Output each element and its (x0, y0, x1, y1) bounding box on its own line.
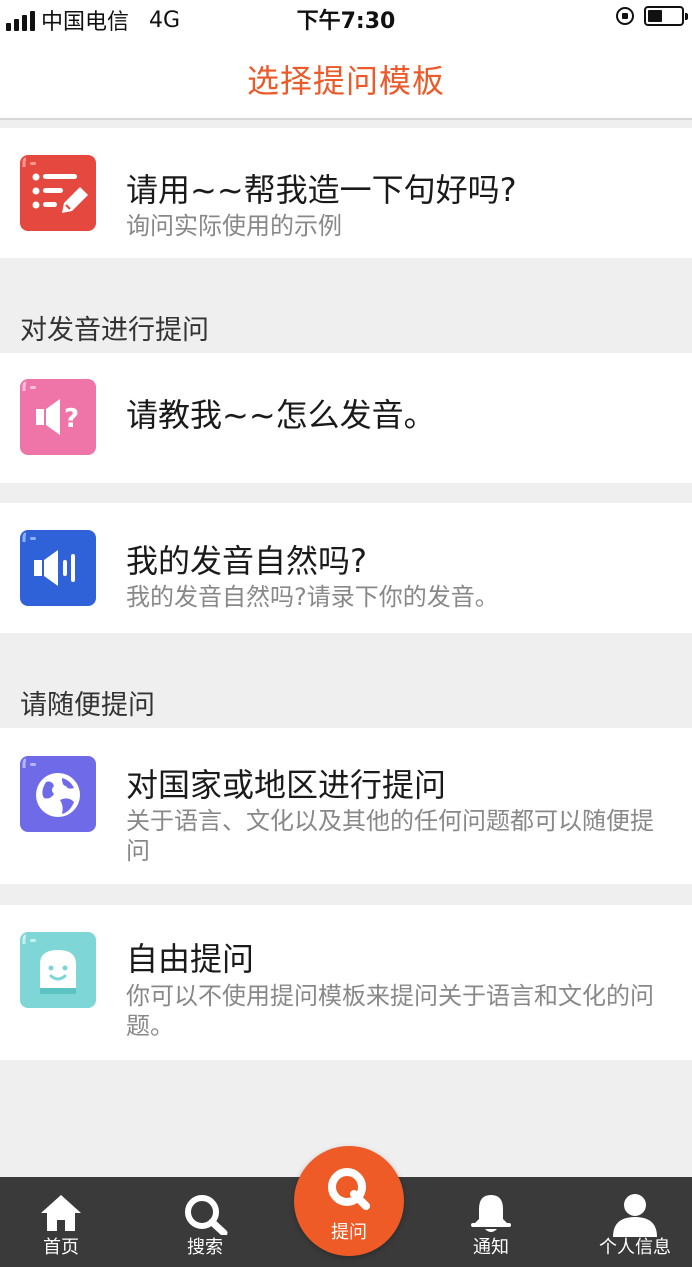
ask-q-icon (328, 1168, 370, 1210)
person-icon (613, 1194, 657, 1237)
tab-label: 搜索 (187, 1237, 223, 1258)
item-title: 对国家或地区进行提问 (126, 766, 447, 804)
battery-icon (644, 6, 688, 26)
bell-icon (471, 1195, 511, 1232)
speaker-sound-icon (20, 530, 96, 606)
section-label-free: 请随便提问 (20, 690, 155, 721)
page-title: 选择提问模板 (246, 62, 445, 100)
tab-profile[interactable]: 个人信息 (575, 1177, 692, 1267)
status-bar: 中国电信 4G 下午7:30 (0, 0, 692, 36)
template-item-example-sentence[interactable]: 请用~~帮我造一下句好吗? 询问实际使用的示例 (0, 128, 692, 258)
tab-label: 个人信息 (599, 1237, 671, 1258)
face-icon (20, 932, 96, 1008)
home-icon (41, 1195, 81, 1231)
tab-label: 首页 (43, 1237, 79, 1258)
nav-bar: 选择提问模板 (0, 36, 692, 120)
svg-text:?: ? (64, 404, 79, 434)
section-label-pronunciation: 对发音进行提问 (20, 315, 209, 346)
tab-search[interactable]: 搜索 (145, 1177, 265, 1267)
item-subtitle: 关于语言、文化以及其他的任何问题都可以随便提问 (126, 807, 654, 865)
tab-label: 通知 (473, 1237, 509, 1258)
item-title: 自由提问 (126, 940, 255, 978)
speaker-question-icon: ? (20, 379, 96, 455)
template-item-teach-pronunciation[interactable]: ? 请教我~~怎么发音。 (0, 353, 692, 483)
item-title: 请教我~~怎么发音。 (126, 396, 436, 434)
ask-button[interactable]: 提问 (294, 1146, 404, 1256)
globe-icon (20, 756, 96, 832)
template-item-free-question[interactable]: 自由提问 你可以不使用提问模板来提问关于语言和文化的问题。 (0, 905, 692, 1060)
edit-list-icon (20, 155, 96, 231)
item-title: 我的发音自然吗? (126, 542, 367, 580)
item-subtitle: 你可以不使用提问模板来提问关于语言和文化的问题。 (126, 982, 654, 1040)
status-right (616, 6, 688, 26)
status-time: 下午7:30 (296, 9, 396, 34)
item-title: 请用~~帮我造一下句好吗? (126, 171, 517, 209)
tab-home[interactable]: 首页 (1, 1177, 121, 1267)
item-subtitle: 我的发音自然吗?请录下你的发音。 (126, 583, 499, 611)
search-icon (185, 1195, 228, 1235)
ask-label: 提问 (331, 1222, 367, 1243)
item-subtitle: 询问实际使用的示例 (126, 212, 342, 240)
tab-notifications[interactable]: 通知 (431, 1177, 551, 1267)
template-item-pronunciation-natural[interactable]: 我的发音自然吗? 我的发音自然吗?请录下你的发音。 (0, 503, 692, 633)
template-item-country-region[interactable]: 对国家或地区进行提问 关于语言、文化以及其他的任何问题都可以随便提问 (0, 728, 692, 884)
rotation-lock-icon (616, 7, 634, 25)
